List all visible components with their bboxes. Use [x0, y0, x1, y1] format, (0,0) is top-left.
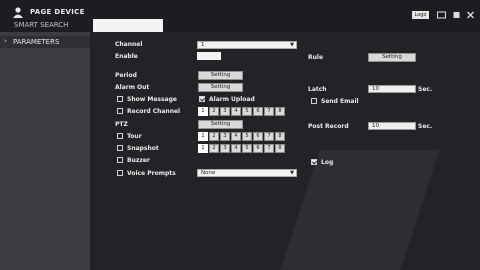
tour-channel-3[interactable]: 3	[220, 132, 230, 141]
buzzer-checkbox[interactable]	[117, 157, 123, 163]
period-label: Period	[115, 72, 137, 79]
sidebar: › PARAMETERS	[0, 32, 90, 270]
record-channel-6[interactable]: 6	[253, 107, 263, 116]
tour-channel-5[interactable]: 5	[242, 132, 252, 141]
snapshot-label: Snapshot	[127, 145, 159, 152]
record-channel-5[interactable]: 5	[242, 107, 252, 116]
latch-label: Latch	[308, 86, 327, 93]
tour-label: Tour	[127, 133, 142, 140]
tour-channel-4[interactable]: 4	[231, 132, 241, 141]
snapshot-channel-1[interactable]: 1	[198, 144, 208, 153]
help-icon[interactable]	[436, 10, 447, 20]
tour-channel-selector: 1 2 3 4 5 6 7 8	[198, 132, 286, 141]
ptz-label: PTZ	[115, 121, 128, 128]
ptz-setting-button[interactable]: Setting	[198, 120, 243, 129]
chevron-down-icon: ▼	[290, 170, 294, 176]
page-title: PAGE DEVICE	[30, 8, 85, 16]
sidebar-item-parameters[interactable]: › PARAMETERS	[0, 36, 90, 48]
record-channel-7[interactable]: 7	[264, 107, 274, 116]
alarm-out-label: Alarm Out	[115, 84, 150, 91]
record-channel-selector: 1 2 3 4 5 6 7 8	[198, 107, 286, 116]
alarm-upload-label: Alarm Upload	[209, 96, 255, 103]
snapshot-channel-5[interactable]: 5	[242, 144, 252, 153]
rule-setting-button[interactable]: Setting	[368, 53, 416, 62]
channel-value: 1	[201, 42, 205, 48]
period-setting-button[interactable]: Setting	[198, 71, 243, 80]
snapshot-channel-6[interactable]: 6	[253, 144, 263, 153]
record-channel-2[interactable]: 2	[209, 107, 219, 116]
show-message-label: Show Message	[127, 96, 177, 103]
record-channel-1[interactable]: 1	[198, 107, 208, 116]
smart-search-link[interactable]: SMART SEARCH	[14, 21, 68, 29]
chevron-down-icon: ▼	[290, 42, 294, 48]
record-channel-label: Record Channel	[127, 108, 181, 115]
voice-prompts-label: Voice Prompts	[127, 170, 176, 177]
minimize-icon[interactable]	[451, 10, 462, 20]
snapshot-channel-7[interactable]: 7	[264, 144, 274, 153]
tour-channel-8[interactable]: 8	[275, 132, 285, 141]
logout-button[interactable]: Logo	[412, 11, 429, 19]
enable-toggle[interactable]	[197, 52, 221, 60]
rule-label: Rule	[308, 54, 324, 61]
record-channel-8[interactable]: 8	[275, 107, 285, 116]
voice-prompts-select[interactable]: None ▼	[197, 169, 297, 177]
channel-select[interactable]: 1 ▼	[197, 41, 297, 49]
latch-input[interactable]: 10	[368, 85, 416, 93]
record-channel-4[interactable]: 4	[231, 107, 241, 116]
post-record-label: Post Record	[308, 123, 349, 130]
log-checkbox[interactable]	[311, 159, 317, 165]
tour-channel-2[interactable]: 2	[209, 132, 219, 141]
user-icon	[13, 7, 23, 18]
snapshot-channel-selector: 1 2 3 4 5 6 7 8	[198, 144, 286, 153]
snapshot-channel-2[interactable]: 2	[209, 144, 219, 153]
sidebar-item-label: PARAMETERS	[13, 38, 60, 46]
voice-prompts-value: None	[201, 170, 216, 176]
log-label: Log	[321, 159, 334, 166]
alarm-out-setting-button[interactable]: Setting	[198, 83, 243, 92]
alarm-upload-checkbox[interactable]	[199, 96, 205, 102]
record-channel-checkbox[interactable]	[117, 108, 123, 114]
send-email-checkbox[interactable]	[311, 98, 317, 104]
snapshot-channel-8[interactable]: 8	[275, 144, 285, 153]
tour-channel-1[interactable]: 1	[198, 132, 208, 141]
enable-label: Enable	[115, 53, 138, 60]
show-message-checkbox[interactable]	[117, 96, 123, 102]
post-record-unit: Sec.	[418, 123, 433, 130]
send-email-label: Send Email	[321, 98, 359, 105]
tour-checkbox[interactable]	[117, 133, 123, 139]
buzzer-label: Buzzer	[127, 157, 150, 164]
post-record-input[interactable]: 10	[368, 122, 416, 130]
snapshot-checkbox[interactable]	[117, 145, 123, 151]
channel-label: Channel	[115, 41, 143, 48]
chevron-right-icon: ›	[4, 37, 7, 45]
tour-channel-7[interactable]: 7	[264, 132, 274, 141]
record-channel-3[interactable]: 3	[220, 107, 230, 116]
tour-channel-6[interactable]: 6	[253, 132, 263, 141]
snapshot-channel-3[interactable]: 3	[220, 144, 230, 153]
top-bar: PAGE DEVICE SMART SEARCH Logo	[0, 0, 480, 35]
snapshot-channel-4[interactable]: 4	[231, 144, 241, 153]
close-icon[interactable]	[465, 10, 476, 20]
latch-unit: Sec.	[418, 86, 433, 93]
voice-prompts-checkbox[interactable]	[117, 170, 123, 176]
